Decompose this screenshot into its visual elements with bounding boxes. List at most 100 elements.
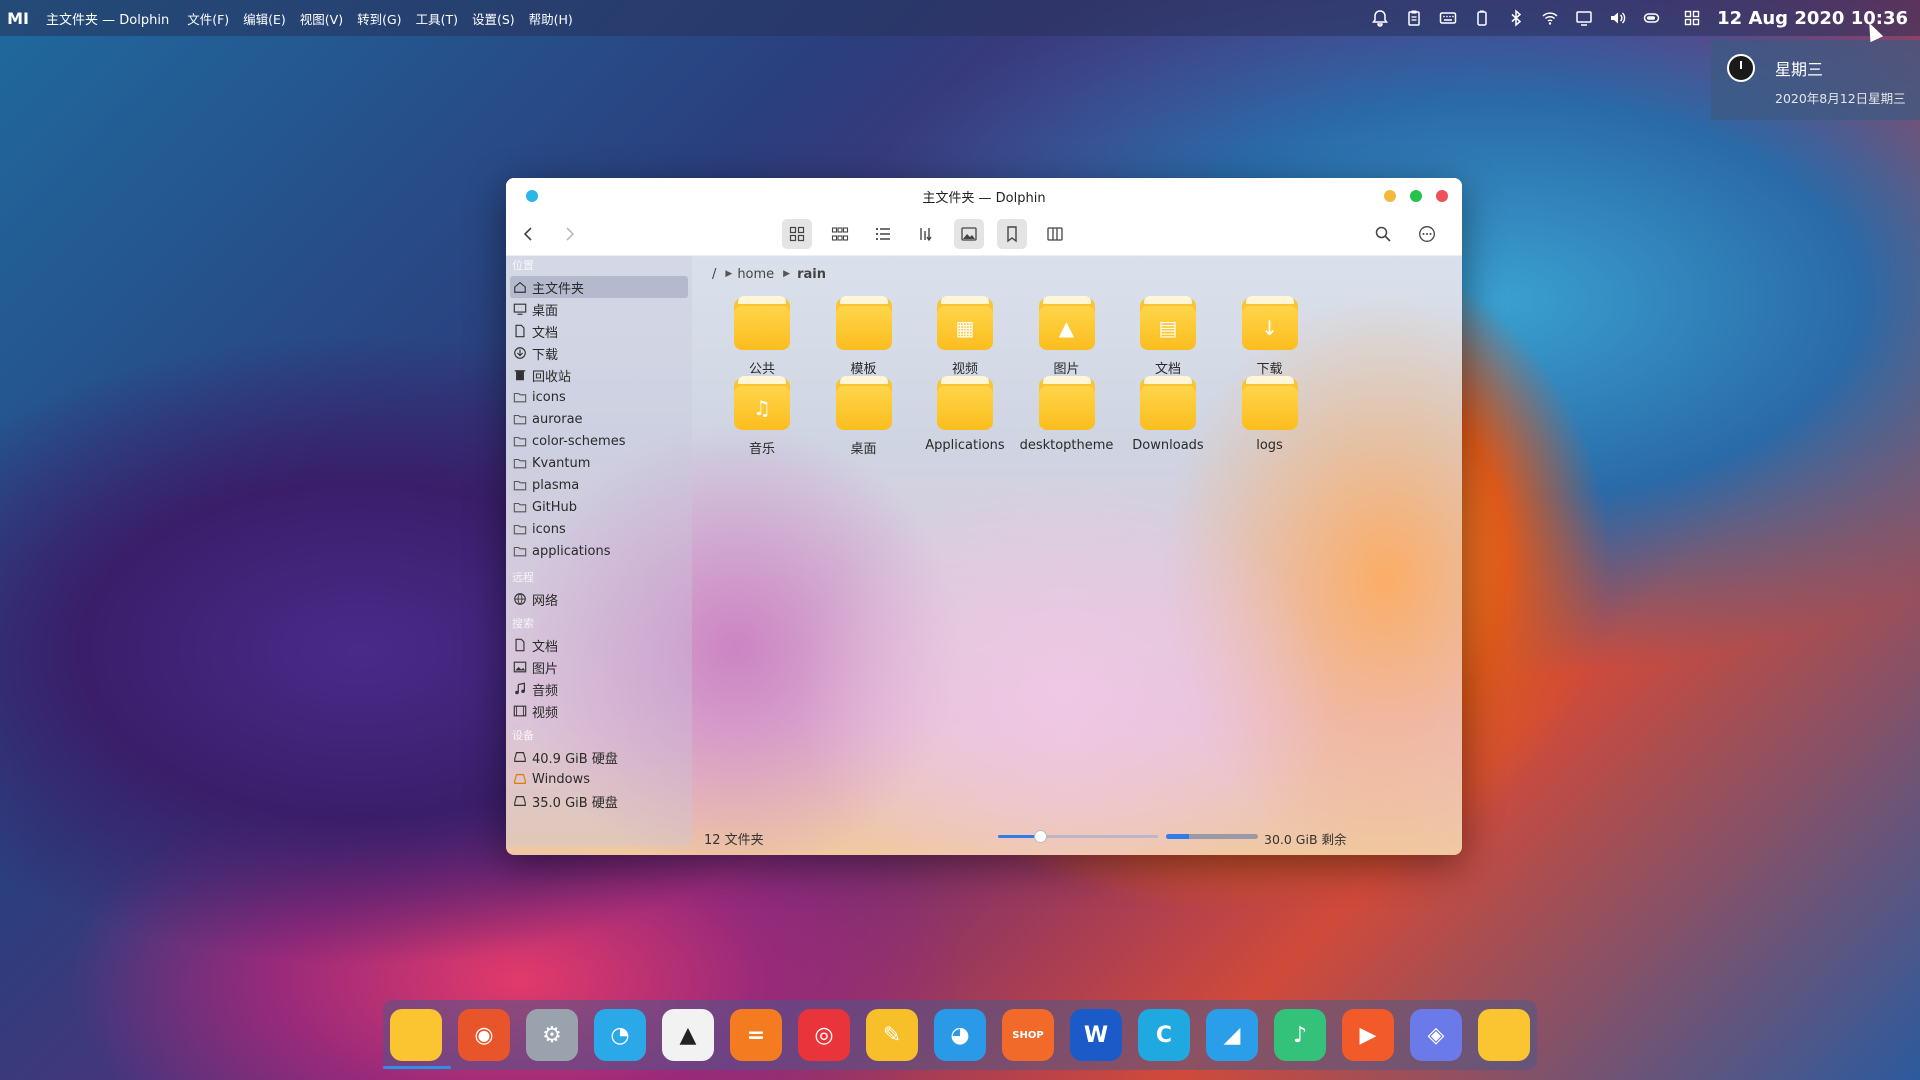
sidebar-item[interactable]: 桌面 [506,298,692,320]
search-button[interactable] [1368,219,1398,249]
minimize-button[interactable] [1384,190,1396,202]
folder-item[interactable]: ▤ 文档 [1113,296,1223,377]
sidebar-item[interactable]: GitHub [506,496,692,518]
display-icon[interactable] [1567,0,1601,36]
menu-item[interactable]: 工具(T) [416,9,458,28]
folder-item[interactable]: logs [1215,376,1325,453]
folder-item[interactable]: ↓ 下载 [1215,296,1325,377]
menu-item[interactable]: 设置(S) [472,9,515,28]
bell-icon[interactable] [1363,0,1397,36]
sort-button[interactable] [911,219,941,249]
firefox-dock-icon[interactable]: ◉ [458,1009,510,1061]
folder-item[interactable]: ▲ 图片 [1012,296,1122,377]
details-view-button[interactable] [868,219,898,249]
editor-dock-icon[interactable]: ✎ [866,1009,918,1061]
folder-item[interactable]: 模板 [809,296,919,377]
folder-item[interactable]: ▦ 视频 [910,296,1020,377]
preview-button[interactable] [954,219,984,249]
shop-dock-icon[interactable]: SHOP [1002,1009,1054,1061]
sidebar-item[interactable]: 35.0 GiB 硬盘 [506,790,692,812]
calendar-notification[interactable]: 星期三 2020年8月12日星期三 [1711,40,1920,120]
files-2-dock-icon[interactable] [1478,1009,1530,1061]
breadcrumb-root[interactable]: / [712,267,716,282]
menu-item[interactable]: 视图(V) [300,9,343,28]
word-dock-icon[interactable]: W [1070,1009,1122,1061]
github-dock-icon[interactable]: ◕ [934,1009,986,1061]
compact-view-button[interactable] [825,219,855,249]
list-icon [875,227,890,241]
sidebar-item[interactable]: 文档 [506,634,692,656]
sidebar-item[interactable]: applications [506,540,692,562]
zoom-slider-handle[interactable] [1033,830,1047,843]
forward-button[interactable] [554,219,584,249]
icons-view-button[interactable] [782,219,812,249]
netease-music-dock-icon[interactable]: ◎ [798,1009,850,1061]
sidebar-item[interactable]: plasma [506,474,692,496]
music-dock-icon[interactable]: ♪ [1274,1009,1326,1061]
menu-item[interactable]: 编辑(E) [243,9,286,28]
split-view-button[interactable] [1040,219,1070,249]
menu-item[interactable]: 转到(G) [357,9,401,28]
sidebar-item[interactable]: icons [506,386,692,408]
folder-label: 视频 [951,362,978,377]
folder-item[interactable]: Downloads [1113,376,1223,453]
sidebar-item[interactable]: 网络 [506,588,692,610]
bookmark-button[interactable] [997,219,1027,249]
wifi-icon[interactable] [1533,0,1567,36]
sidebar-item[interactable]: 视频 [506,700,692,722]
folder-item[interactable]: Applications [910,376,1020,453]
window-titlebar[interactable]: 主文件夹 — Dolphin [506,178,1462,212]
volume-icon[interactable] [1601,0,1635,36]
compact-grid-icon [831,227,849,241]
breadcrumb-home[interactable]: home [737,267,774,282]
system-tray: 12 Aug 2020 10:36 [1363,0,1920,36]
files-dock-icon[interactable] [390,1009,442,1061]
grid-icon[interactable] [1675,0,1709,36]
menu-item[interactable]: 文件(F) [187,9,229,28]
sidebar-item[interactable]: 文档 [506,320,692,342]
video-dock-icon[interactable]: ▶ [1342,1009,1394,1061]
sidebar-item-label: 音频 [532,683,559,699]
app-launcher-logo[interactable]: MI [0,9,36,28]
inkscape-dock-icon[interactable]: ▲ [662,1009,714,1061]
bluetooth-icon[interactable] [1499,0,1533,36]
chevron-right-icon: ▶ [783,269,791,279]
sidebar-item[interactable]: icons [506,518,692,540]
sidebar-item[interactable]: 下载 [506,342,692,364]
more-menu-button[interactable] [1412,219,1442,249]
sidebar-item[interactable]: Kvantum [506,452,692,474]
sidebar-item[interactable]: 40.9 GiB 硬盘 [506,746,692,768]
sidebar-item-label: 下载 [532,347,559,363]
sidebar-item[interactable]: color-schemes [506,430,692,452]
zoom-slider[interactable] [998,830,1158,843]
photos-dock-icon[interactable]: ◈ [1410,1009,1462,1061]
notes-dock-icon[interactable]: = [730,1009,782,1061]
telegram-dock-icon[interactable]: ◢ [1206,1009,1258,1061]
maximize-button[interactable] [1410,190,1422,202]
sidebar-item[interactable]: Windows [506,768,692,790]
sidebar-item[interactable]: aurorae [506,408,692,430]
folder-item[interactable]: ♫ 音乐 [707,376,817,457]
qq-dock-icon[interactable]: ◔ [594,1009,646,1061]
settings-dock-icon[interactable]: ⚙ [526,1009,578,1061]
close-button[interactable] [1436,190,1448,202]
sidebar-item[interactable]: 主文件夹 [510,276,688,298]
back-button[interactable] [514,219,544,249]
breadcrumb-current[interactable]: rain [797,267,826,282]
menu-item[interactable]: 帮助(H) [529,9,573,28]
clipboard-icon[interactable] [1397,0,1431,36]
keyboard-icon[interactable] [1431,0,1465,36]
browser-dock-icon[interactable]: C [1138,1009,1190,1061]
power-icon[interactable] [1635,0,1669,36]
folder-item[interactable]: 桌面 [809,376,919,457]
folder-icon [1038,376,1095,430]
clock[interactable]: 12 Aug 2020 10:36 [1717,8,1908,29]
sidebar-item[interactable]: 回收站 [506,364,692,386]
battery-icon[interactable] [1465,0,1499,36]
sidebar-item[interactable]: 图片 [506,656,692,678]
folder-item[interactable]: 公共 [707,296,817,377]
home-icon [512,279,528,295]
sidebar-item[interactable]: 音频 [506,678,692,700]
sidebar-item-label: GitHub [532,499,578,515]
folder-item[interactable]: desktoptheme [1012,376,1122,453]
